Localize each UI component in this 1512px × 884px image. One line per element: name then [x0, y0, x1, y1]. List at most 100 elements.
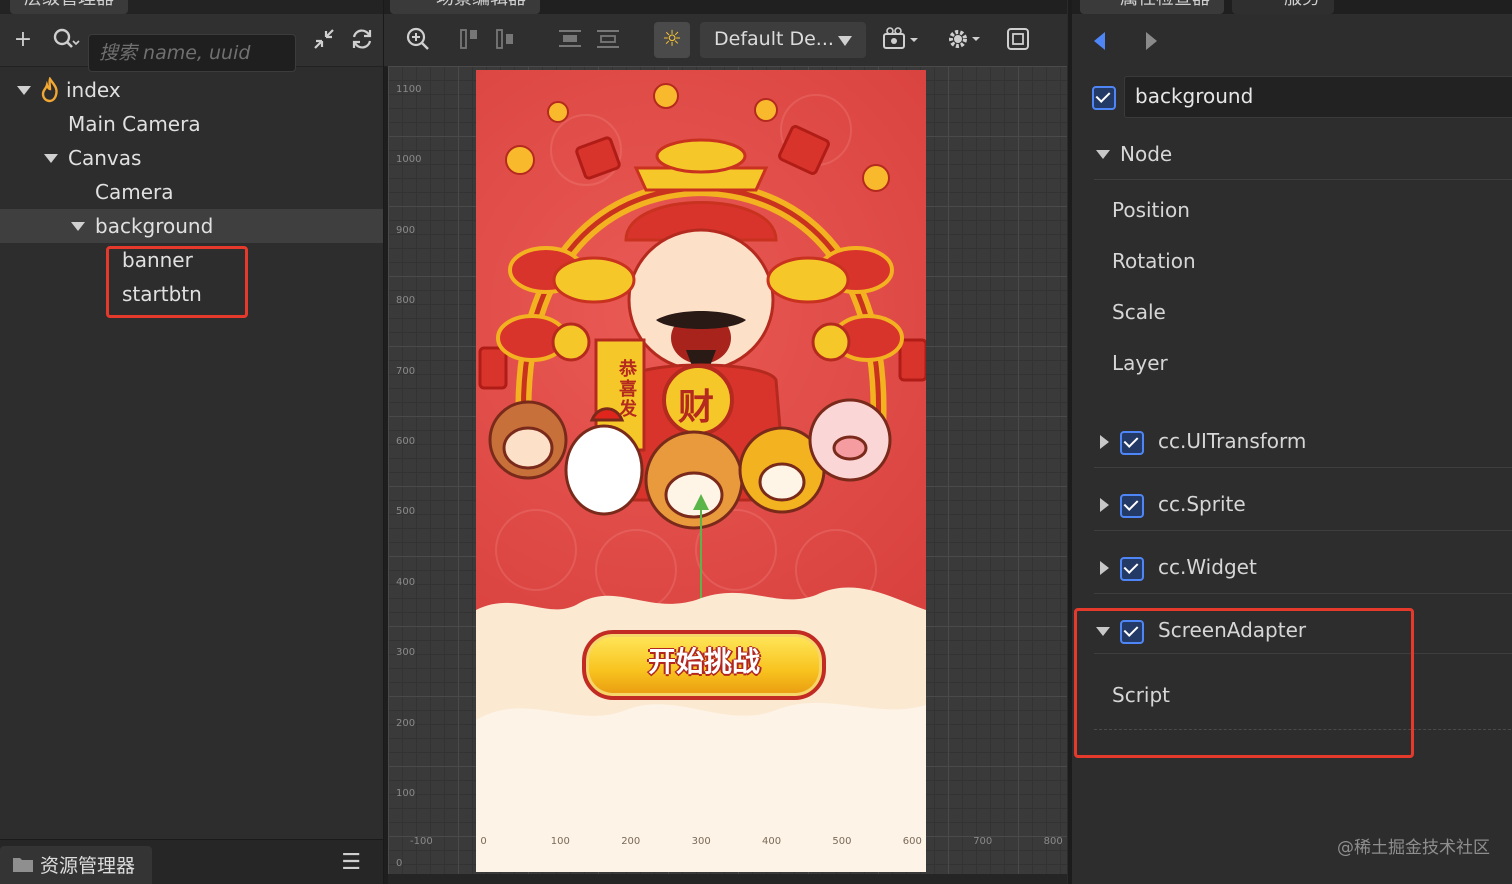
tree-node-label: index [66, 78, 121, 102]
divider [1094, 530, 1512, 531]
component-checkbox[interactable] [1120, 557, 1144, 581]
start-button[interactable]: 开始挑战 [582, 630, 826, 700]
device-select-value: Default De... [714, 28, 834, 50]
hierarchy-tabstrip: 层级管理器 [0, 0, 383, 14]
ruler-tick-label: 200 [621, 836, 641, 847]
refresh-icon[interactable] [348, 26, 376, 54]
tree-node-main-camera[interactable]: Main Camera [0, 107, 383, 141]
ruler-tick-label: 600 [396, 436, 416, 447]
light-toggle-icon[interactable]: ☼ [654, 22, 690, 58]
ruler-tick-label: 500 [396, 506, 416, 518]
tab-scene-label: 场景编辑器 [436, 0, 526, 9]
prop-layer: Layer [1112, 351, 1168, 375]
scene-panel: 场景编辑器 ☼ Default De... [384, 0, 1067, 884]
ruler-tick-label: 400 [396, 576, 416, 588]
component-sprite[interactable]: cc.Sprite [1158, 492, 1246, 516]
divider [1094, 593, 1512, 594]
component-checkbox[interactable] [1120, 494, 1144, 518]
tree-node-label: background [95, 214, 214, 238]
expand-arrow-icon[interactable] [1100, 435, 1109, 449]
collapse-icon[interactable] [310, 26, 338, 54]
scene-tabstrip: 场景编辑器 [384, 0, 1067, 14]
distribute-v-icon[interactable] [594, 26, 622, 54]
ruler-tick-label: 100 [396, 788, 416, 799]
tree-node-label: Main Camera [68, 112, 201, 136]
tab-assets-label: 资源管理器 [40, 855, 136, 877]
prop-position: Position [1112, 198, 1190, 222]
highlight-box-screenadapter [1074, 608, 1414, 758]
add-icon[interactable]: + [9, 26, 37, 54]
tree-node-label: Camera [95, 180, 174, 204]
tab-assets[interactable]: 资源管理器 [0, 846, 152, 884]
device-select[interactable]: Default De... [700, 22, 866, 58]
tab-service[interactable]: 服务 [1232, 0, 1334, 14]
expand-arrow-icon[interactable] [1100, 561, 1109, 575]
expand-arrow-icon[interactable] [1100, 498, 1109, 512]
node-name-value: background [1135, 84, 1254, 108]
ruler-tick-label: 300 [396, 647, 416, 659]
refresh-icon-glyph [352, 29, 372, 49]
back-arrow-icon[interactable] [1094, 32, 1105, 50]
expand-arrow-icon[interactable] [17, 86, 31, 95]
scene-toolbar: ☼ Default De... [384, 14, 1067, 67]
tree-node-background[interactable]: background [0, 209, 383, 243]
prop-rotation: Rotation [1112, 249, 1196, 273]
camera-icon[interactable] [882, 26, 922, 54]
component-checkbox[interactable] [1120, 431, 1144, 455]
tab-inspector-label: 属性检查器 [1120, 0, 1210, 9]
inspector-tabstrip: 属性检查器 服务 [1072, 0, 1512, 14]
align-middle-icon[interactable] [492, 26, 520, 54]
fullscreen-icon[interactable] [1004, 26, 1032, 54]
ruler-tick-label: 800 [1043, 836, 1063, 847]
ruler-tick-label: 400 [762, 836, 782, 847]
assets-panel-bar: 资源管理器 ☰ [0, 839, 383, 884]
ruler-tick-label: 1100 [396, 84, 422, 95]
ruler-tick-label: 600 [902, 836, 922, 847]
folder-icon [12, 855, 34, 877]
start-button-label: 开始挑战 [647, 645, 760, 678]
align-top-icon[interactable] [456, 26, 484, 54]
node-section-collapse-icon[interactable] [1096, 150, 1110, 159]
node-active-checkbox[interactable] [1092, 86, 1116, 110]
chevron-down-icon [838, 36, 852, 46]
search-icon-glyph [53, 28, 80, 48]
game-canvas-preview[interactable]: 恭喜发 财 开始挑战 [476, 70, 926, 872]
gear-icon[interactable] [946, 26, 986, 54]
component-widget[interactable]: cc.Widget [1158, 555, 1257, 579]
scene-viewport[interactable]: 1100 1000 900 800 700 600 500 400 300 200 100 0 -10… [388, 66, 1067, 874]
search-input[interactable] [88, 34, 296, 72]
distribute-h-icon[interactable] [556, 26, 584, 54]
zoom-icon[interactable] [404, 26, 432, 54]
ruler-tick-label: 1000 [396, 154, 422, 166]
expand-arrow-icon[interactable] [44, 154, 58, 163]
forward-arrow-icon[interactable] [1146, 32, 1157, 50]
hierarchy-toolbar: + [0, 14, 383, 72]
node-name-input[interactable]: background [1124, 76, 1512, 118]
tab-hierarchy[interactable]: 层级管理器 [10, 0, 128, 14]
ruler-tick-label: 500 [832, 836, 852, 847]
ruler-tick-label: 100 [550, 836, 570, 847]
scene-scrollbar[interactable] [388, 874, 1067, 884]
ruler-tick-label: -100 [410, 836, 433, 847]
tree-node-label: Canvas [68, 146, 142, 170]
expand-arrow-icon[interactable] [71, 222, 85, 231]
ruler-tick-label: 200 [396, 717, 416, 729]
watermark: @稀土掘金技术社区 [1337, 838, 1490, 858]
tab-hierarchy-label: 层级管理器 [24, 0, 114, 9]
ruler-tick-label: 800 [396, 295, 416, 307]
ruler-tick-label: 0 [396, 858, 403, 870]
tree-node-camera[interactable]: Camera [0, 175, 383, 209]
ruler-tick-label: 700 [973, 836, 993, 847]
tree-node-index[interactable]: index [0, 73, 383, 107]
tab-inspector[interactable]: 属性检查器 [1080, 0, 1224, 14]
collapse-icon-glyph [314, 29, 334, 49]
node-section-title: Node [1120, 142, 1173, 166]
highlight-box-children [106, 246, 248, 318]
tab-scene[interactable]: 场景编辑器 [390, 0, 540, 14]
component-uitransform[interactable]: cc.UITransform [1158, 429, 1306, 453]
divider [1094, 467, 1512, 468]
tree-node-canvas[interactable]: Canvas [0, 141, 383, 175]
menu-icon[interactable]: ☰ [341, 850, 361, 875]
search-icon[interactable] [48, 26, 84, 54]
ruler-tick-label: 900 [396, 224, 416, 236]
